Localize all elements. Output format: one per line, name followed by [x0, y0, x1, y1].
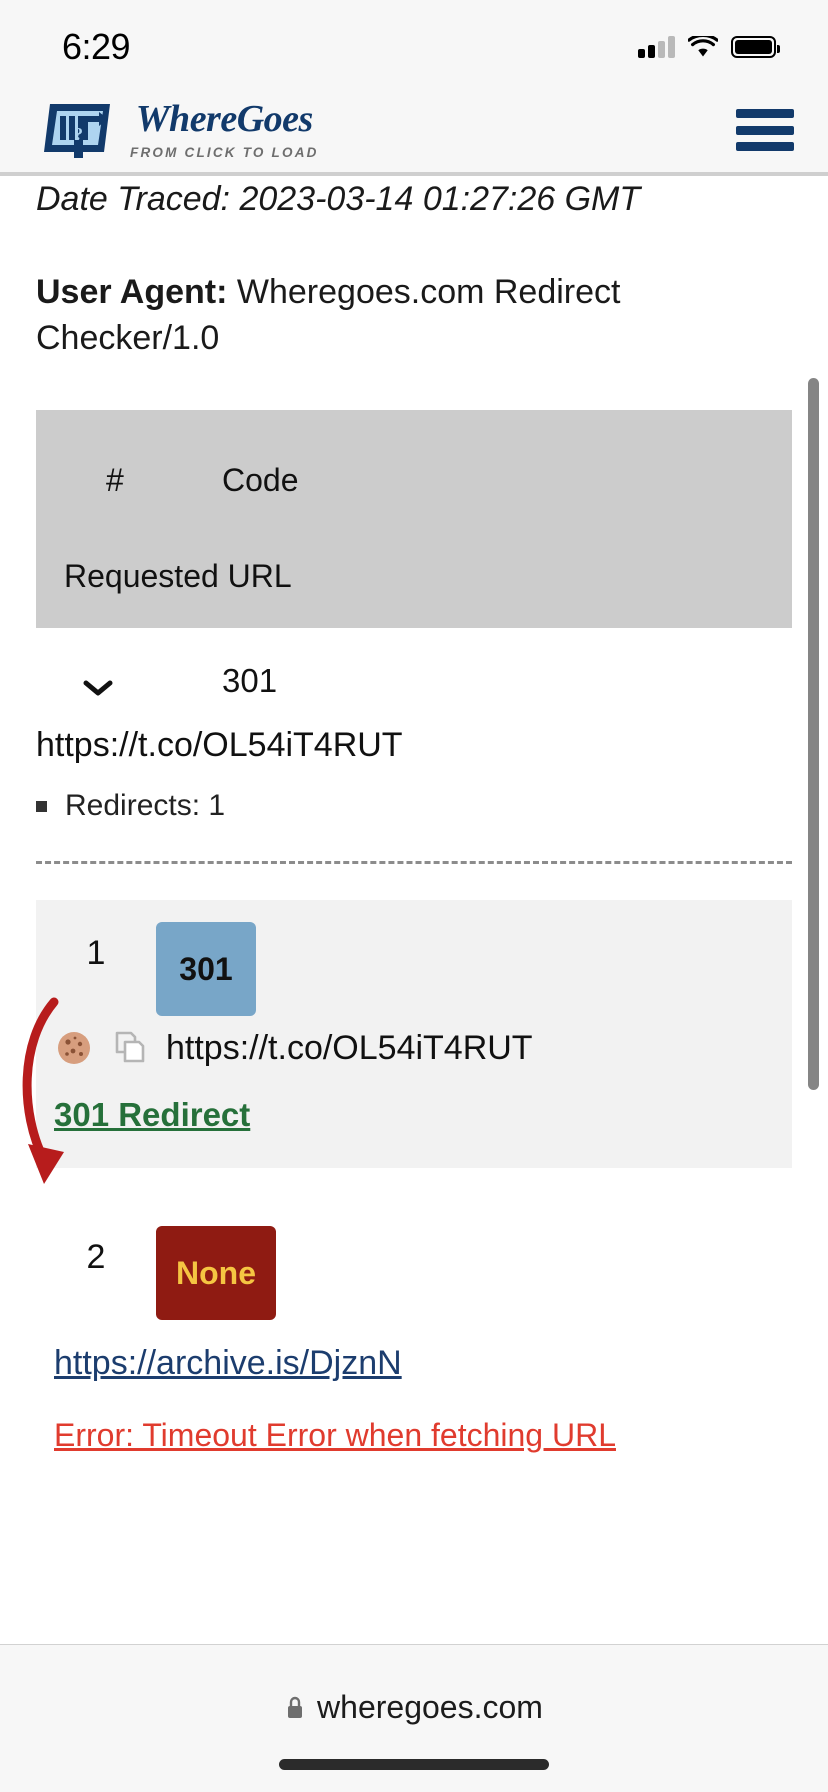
ios-status-bar: 6:29: [0, 0, 828, 88]
hop-header-1: 1 301: [36, 922, 792, 1034]
hop-url-row-1: https://t.co/OL54iT4RUT: [36, 1028, 792, 1068]
copy-icon[interactable]: [110, 1028, 150, 1068]
battery-icon: [731, 36, 780, 58]
redirect-hop-2: 2 None https://archive.is/DjznN Error: T…: [36, 1204, 792, 1456]
wheregoes-logo-icon: ?: [44, 104, 110, 158]
hop-header-2: 2 None: [36, 1226, 792, 1338]
redirects-count-item: Redirects: 1: [0, 789, 828, 823]
home-indicator: [279, 1759, 549, 1770]
hop-number-1: 1: [86, 934, 106, 973]
dashed-divider: [36, 861, 792, 865]
hop-url-row-2: https://archive.is/DjznN: [36, 1344, 792, 1383]
hop-url-1[interactable]: https://t.co/OL54iT4RUT: [166, 1029, 533, 1068]
hop-number-2: 2: [86, 1238, 106, 1277]
summary-status-code: 301: [222, 662, 278, 700]
bullet-square-icon: [36, 800, 47, 812]
wifi-icon: [688, 36, 718, 57]
hop-note-row-1: 301 Redirect: [36, 1096, 792, 1134]
date-traced: Date Traced: 2023-03-14 01:27:26 GMT: [36, 180, 641, 218]
address-bar-domain: wheregoes.com: [317, 1689, 543, 1725]
page-content: Date Traced: 2023-03-14 01:27:26 GMT Use…: [0, 176, 828, 1456]
browser-bottom-bar: wheregoes.com: [0, 1644, 828, 1792]
cookie-icon[interactable]: [54, 1028, 94, 1068]
hamburger-menu-icon[interactable]: [736, 109, 794, 151]
phone-screen: 6:29 ? WhereGoes FROM CLICK TO LOAD Date…: [0, 0, 828, 1792]
results-table-header: # Code Requested URL: [36, 410, 792, 629]
column-header-number: #: [106, 462, 124, 499]
chevron-down-icon[interactable]: [82, 678, 114, 698]
hop-url-2[interactable]: https://archive.is/DjznN: [54, 1344, 402, 1382]
column-header-code: Code: [222, 462, 299, 499]
redirects-count-label: Redirects: 1: [65, 789, 226, 823]
hop-status-code-1: 301: [156, 922, 256, 1017]
user-agent: User Agent: Wheregoes.com Redirect Check…: [0, 269, 828, 363]
column-header-requested-url: Requested URL: [64, 558, 292, 595]
hop-error-message-2[interactable]: Error: Timeout Error when fetching URL: [54, 1417, 616, 1453]
status-icons: [638, 36, 780, 58]
cellular-signal-icon: [638, 36, 675, 58]
lock-icon: [288, 1696, 303, 1718]
svg-text:?: ?: [74, 124, 83, 144]
brand-where: Where: [135, 98, 237, 140]
hop-redirect-type-1[interactable]: 301 Redirect: [54, 1096, 250, 1133]
hop-status-code-2: None: [156, 1226, 276, 1321]
brand-goes: Goes: [236, 98, 314, 140]
brand-tagline: FROM CLICK TO LOAD: [130, 145, 319, 160]
status-time: 6:29: [62, 26, 131, 67]
site-logo[interactable]: ? WhereGoes FROM CLICK TO LOAD: [44, 94, 319, 166]
address-bar[interactable]: wheregoes.com: [0, 1689, 828, 1726]
redirect-hop-1: 1 301 https://t.co/OL54iT4RUT 301 Redire…: [22, 900, 792, 1185]
summary-row[interactable]: 301: [0, 648, 828, 734]
page-scrollbar[interactable]: [808, 378, 819, 1090]
site-header: ? WhereGoes FROM CLICK TO LOAD: [0, 88, 828, 176]
brand-name: WhereGoes: [135, 98, 314, 140]
user-agent-label: User Agent:: [36, 272, 228, 311]
hop-error-row-2: Error: Timeout Error when fetching URL: [36, 1417, 792, 1454]
